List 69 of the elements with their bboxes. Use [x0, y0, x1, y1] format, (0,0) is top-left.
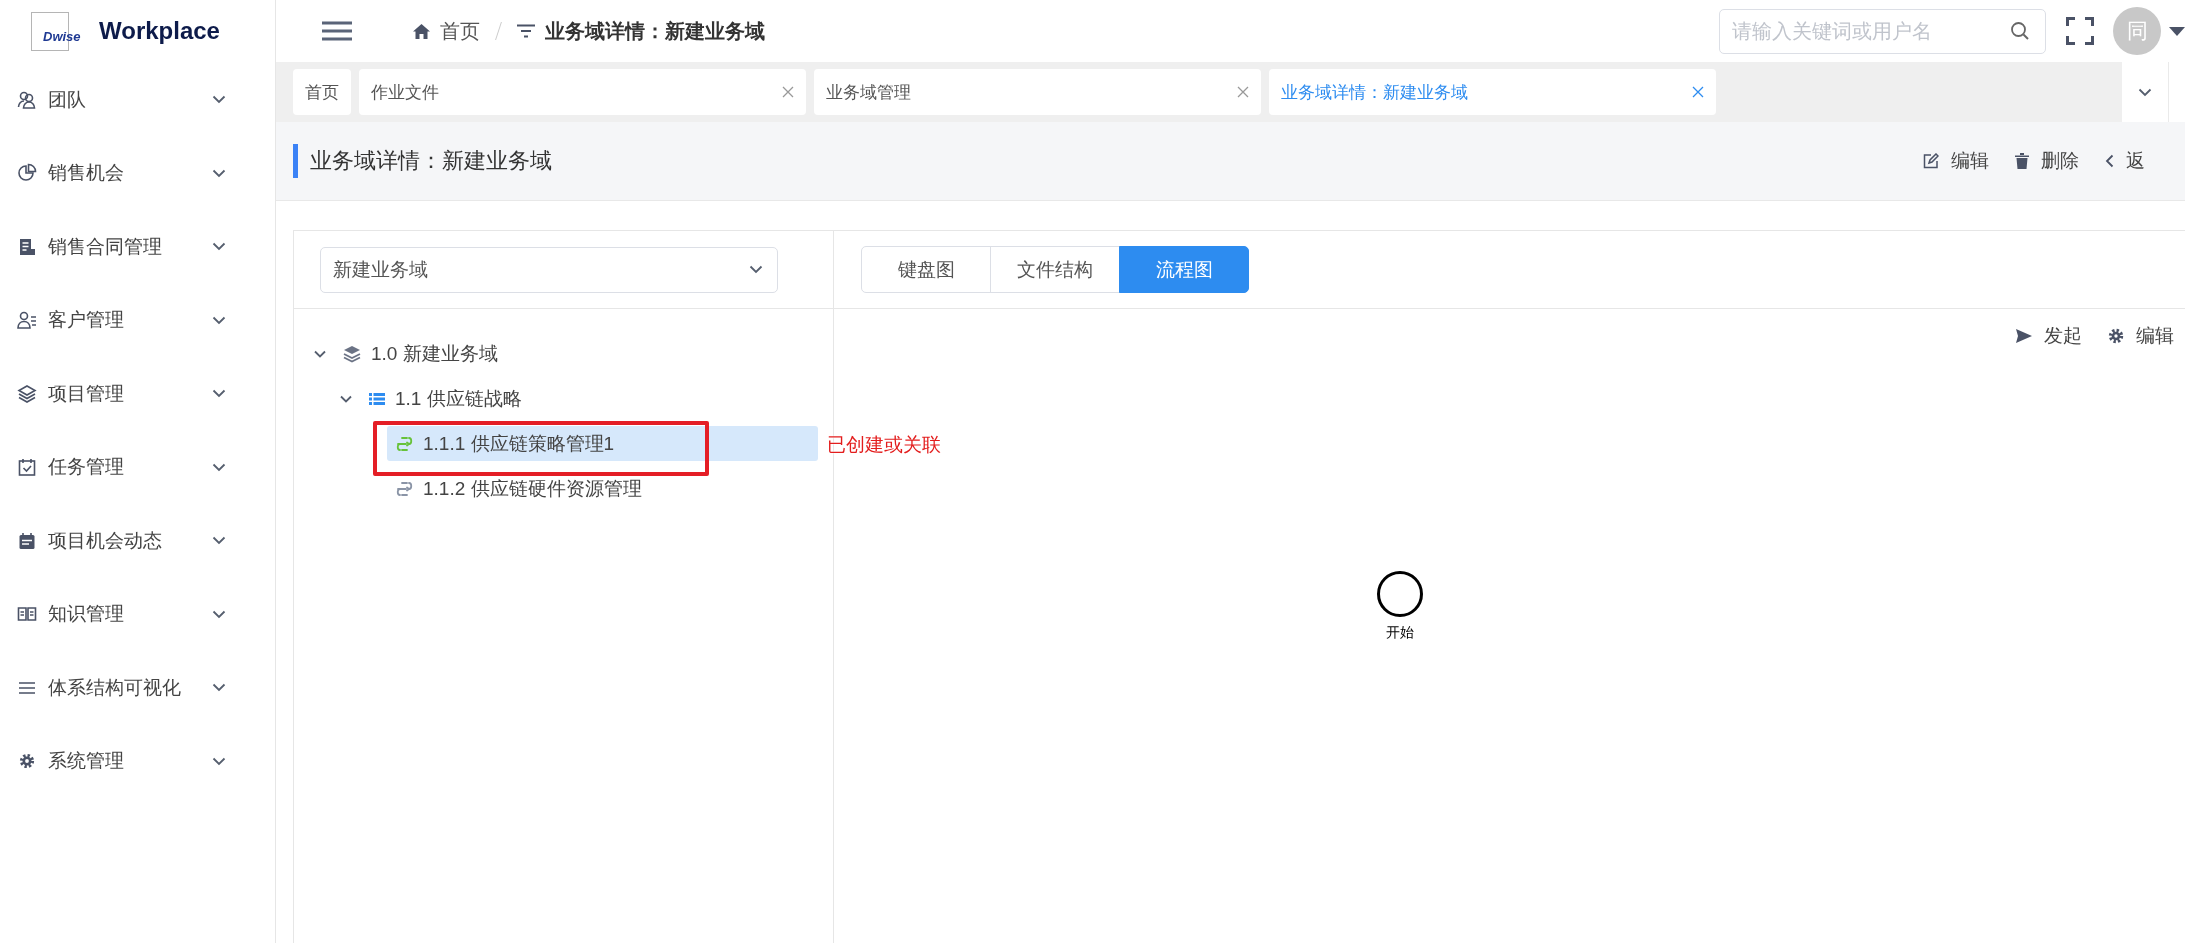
- chevron-down-icon: [212, 315, 226, 325]
- list-icon: [369, 391, 385, 406]
- search-icon[interactable]: [2010, 20, 2030, 41]
- chevron-down-icon: [212, 95, 226, 105]
- page-tab[interactable]: 业务域管理: [814, 69, 1261, 115]
- domain-select[interactable]: 新建业务域: [320, 246, 778, 293]
- logo-text: Dwise: [43, 28, 81, 44]
- people-icon: [17, 89, 37, 110]
- chevron-down-icon: [212, 756, 226, 766]
- action-link[interactable]: 返: [2105, 148, 2145, 174]
- menu-item[interactable]: 系统管理: [0, 724, 275, 798]
- close-icon[interactable]: [782, 86, 794, 98]
- annotation-text: 已创建或关联: [827, 433, 941, 457]
- trash-icon: [2015, 153, 2029, 169]
- page-title: 业务域详情：新建业务域: [293, 144, 1923, 178]
- menu-item[interactable]: 体系结构可视化: [0, 651, 275, 725]
- tree-item[interactable]: 1.1.1 供应链策略管理1: [387, 426, 818, 461]
- layers-icon: [17, 383, 37, 404]
- search-field[interactable]: 请输入关键词或用户名: [1719, 8, 2046, 54]
- node-label: 开始: [1386, 624, 1414, 642]
- menu-item[interactable]: 知识管理: [0, 577, 275, 651]
- chevron-down-icon: [212, 168, 226, 178]
- brand-name: Workplace: [99, 17, 220, 45]
- back-icon: [2105, 154, 2114, 168]
- toolbar-link[interactable]: 编辑: [2108, 323, 2174, 349]
- person-list-icon: [17, 310, 37, 331]
- chevron-down-icon: [212, 683, 226, 693]
- page-tab[interactable]: 作业文件: [359, 69, 806, 115]
- chevron-down-icon: [212, 242, 226, 252]
- tree-item[interactable]: 1.0 新建业务域: [335, 336, 818, 371]
- breadcrumb-link[interactable]: 首页: [440, 17, 480, 45]
- edit-icon: [1923, 153, 1939, 169]
- fullscreen-icon[interactable]: [2066, 17, 2094, 45]
- menu-item[interactable]: 任务管理: [0, 430, 275, 504]
- toolbar-link[interactable]: 发起: [2016, 323, 2082, 349]
- breadcrumb-current: 业务域详情：新建业务域: [545, 18, 765, 44]
- send-icon: [2016, 329, 2032, 343]
- chevron-down-icon: [2138, 87, 2152, 97]
- menu-item[interactable]: 项目机会动态: [0, 504, 275, 578]
- menu-item[interactable]: 销售合同管理: [0, 210, 275, 284]
- pie-chart-icon: [17, 163, 37, 184]
- chevron-down-icon: [749, 265, 763, 274]
- chevron-down-icon: [212, 389, 226, 399]
- menu-item[interactable]: 客户管理: [0, 283, 275, 357]
- close-icon[interactable]: [1237, 86, 1249, 98]
- menu-item[interactable]: 团队: [0, 63, 275, 137]
- home-icon: [413, 23, 430, 39]
- page-tab[interactable]: 首页: [293, 69, 351, 115]
- chevron-down-icon: [212, 609, 226, 619]
- action-link[interactable]: 编辑: [1923, 148, 1989, 174]
- calendar-check-icon: [17, 457, 37, 478]
- layers-icon: [343, 344, 361, 363]
- menu-icon[interactable]: [322, 21, 352, 41]
- page-tab[interactable]: 业务域详情：新建业务域: [1269, 69, 1716, 115]
- action-link[interactable]: 删除: [2015, 148, 2079, 174]
- document-icon: [17, 236, 37, 257]
- chevron-down-icon: [212, 536, 226, 546]
- filter-icon: [517, 24, 535, 38]
- chevron-down-icon: [212, 462, 226, 472]
- tree-item[interactable]: 1.1.2 供应链硬件资源管理: [387, 471, 818, 506]
- menu-item[interactable]: 销售机会: [0, 136, 275, 210]
- start-node: [1377, 571, 1423, 617]
- menu-item[interactable]: 项目管理: [0, 357, 275, 431]
- close-icon[interactable]: [1692, 86, 1704, 98]
- view-tab[interactable]: 键盘图: [861, 246, 991, 293]
- gear-icon: [2108, 328, 2124, 344]
- caret-icon[interactable]: [2169, 26, 2185, 36]
- calendar-icon: [17, 530, 37, 551]
- tree-item[interactable]: 1.1 供应链战略: [361, 381, 818, 416]
